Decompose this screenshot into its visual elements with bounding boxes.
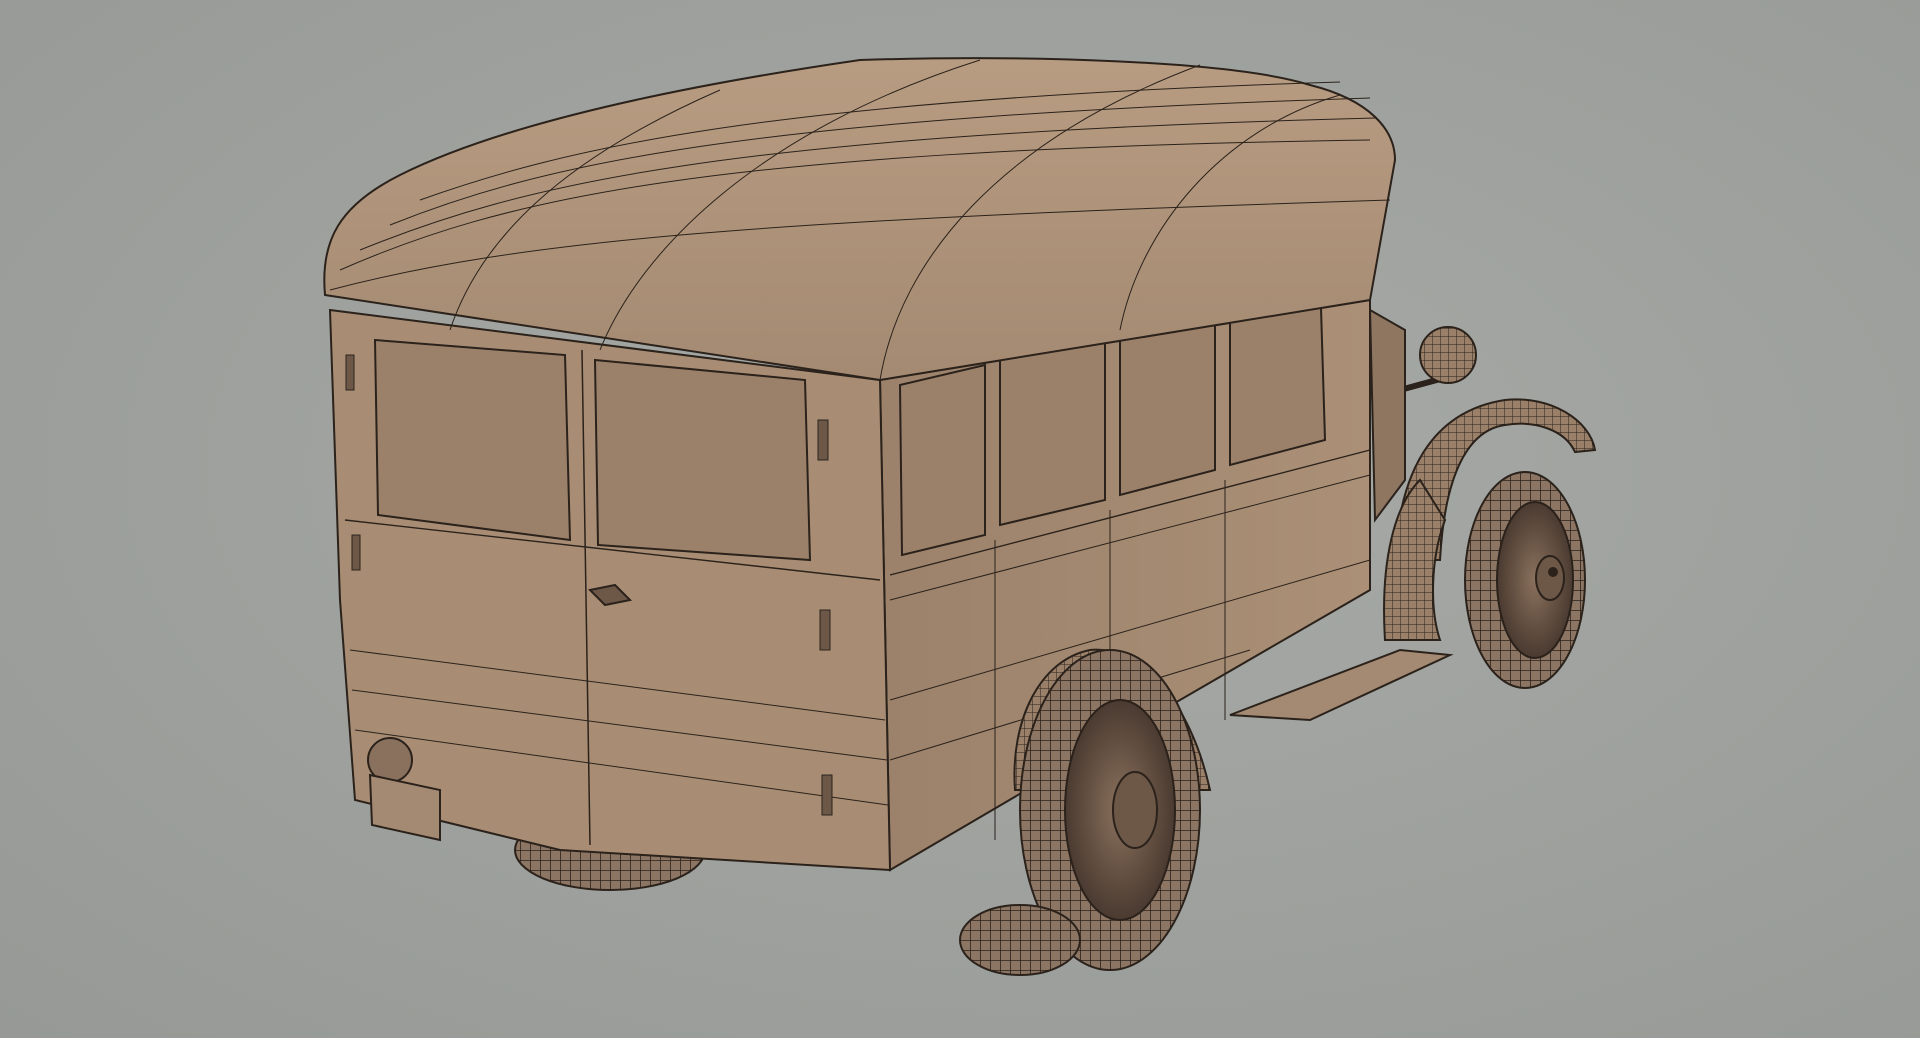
front-wheel [1464,471,1586,689]
rear-face [328,308,892,872]
hood-section [1368,308,1406,523]
running-board [1229,648,1454,722]
headlamp [1399,326,1477,393]
render-viewport [0,0,1920,1038]
van-render [323,57,1597,976]
